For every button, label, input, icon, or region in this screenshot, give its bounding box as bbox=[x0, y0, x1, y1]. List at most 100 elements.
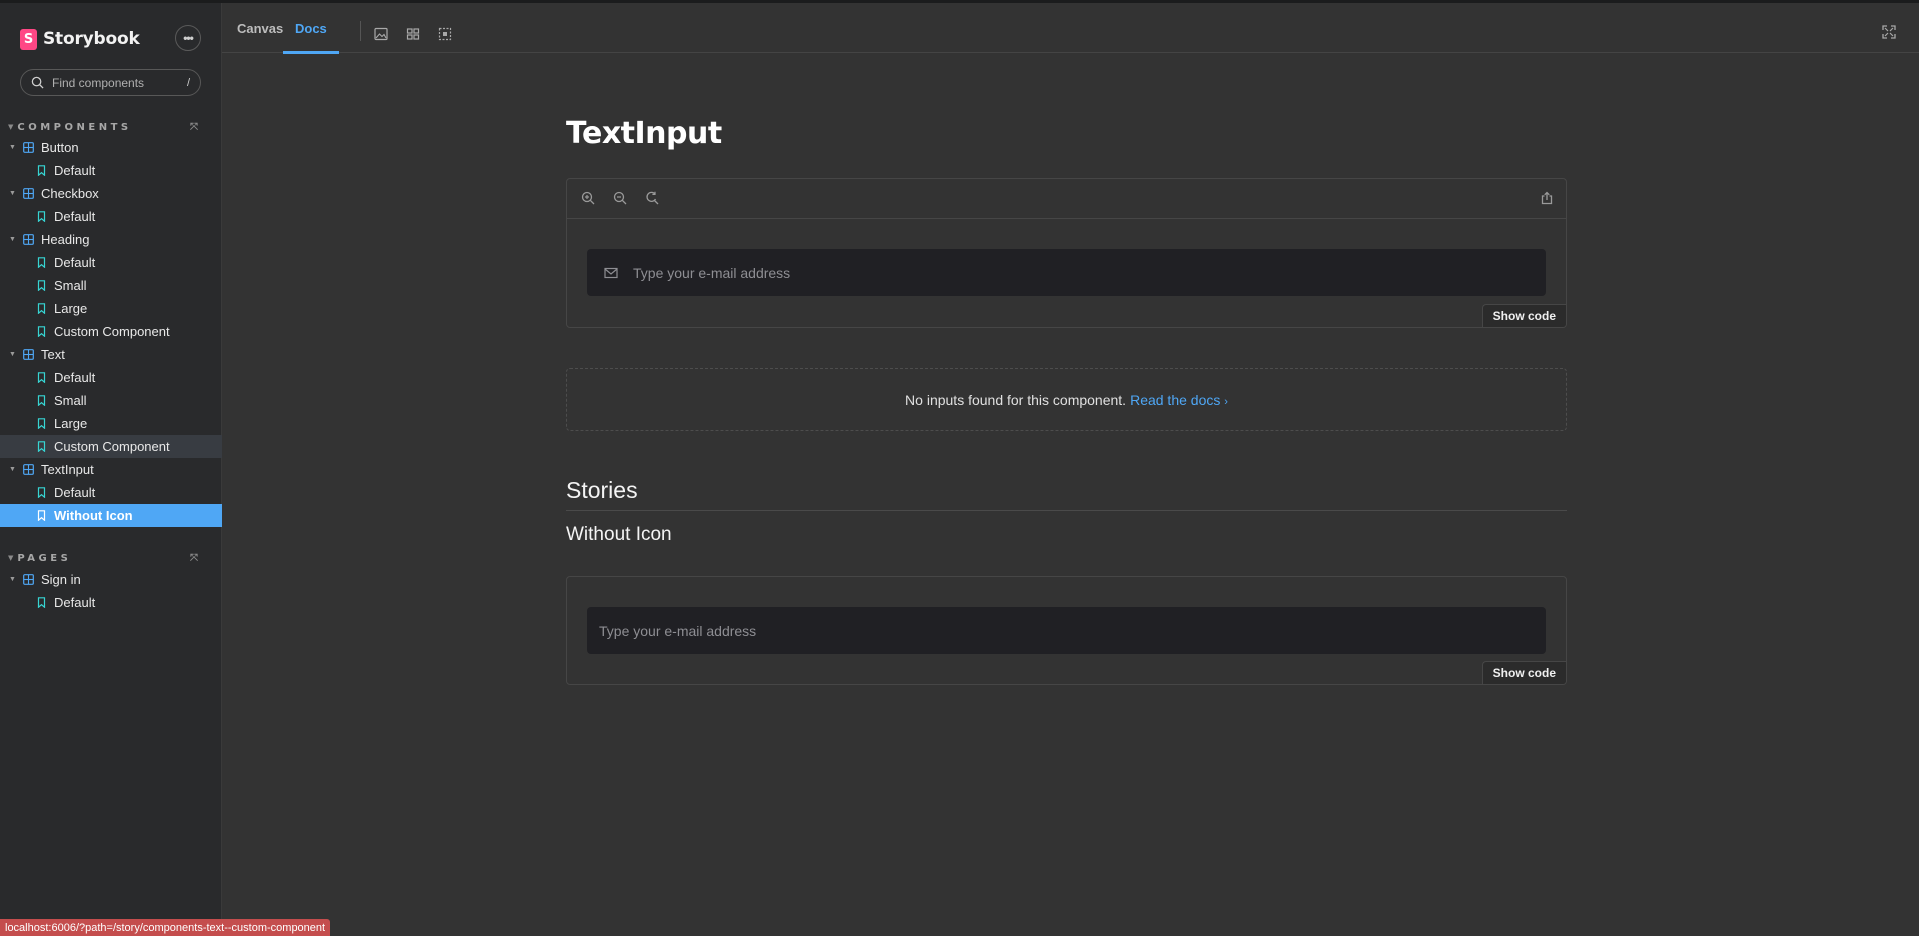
collapse-all-icon[interactable]: ⤧ bbox=[190, 553, 198, 564]
bookmark-icon bbox=[37, 165, 46, 176]
ellipsis-icon: ••• bbox=[183, 31, 194, 45]
caret-down-icon: ▼ bbox=[9, 466, 16, 473]
share-icon[interactable] bbox=[1540, 191, 1554, 205]
sidebar-story-default[interactable]: Default bbox=[0, 366, 222, 389]
sidebar-story-large[interactable]: Large bbox=[0, 297, 222, 320]
component-icon bbox=[23, 234, 34, 245]
tree-item-label: Button bbox=[41, 140, 79, 155]
sidebar-story-without-icon[interactable]: Without Icon bbox=[0, 504, 222, 527]
preview-toolbar bbox=[567, 179, 1566, 219]
search-input[interactable] bbox=[52, 75, 187, 90]
components-heading: COMPONENTS bbox=[17, 121, 132, 133]
sidebar-component-button[interactable]: ▼ Button bbox=[0, 136, 222, 159]
sidebar-component-textinput[interactable]: ▼ TextInput bbox=[0, 458, 222, 481]
tree-item-label: Text bbox=[41, 347, 65, 362]
tree-item-label: Small bbox=[54, 393, 87, 408]
sidebar-story-large[interactable]: Large bbox=[0, 412, 222, 435]
bookmark-icon bbox=[37, 395, 46, 406]
caret-down-icon: ▼ bbox=[9, 190, 16, 197]
sidebar-component-heading[interactable]: ▼ Heading bbox=[0, 228, 222, 251]
sidebar-story-default[interactable]: Default bbox=[0, 481, 222, 504]
bookmark-icon bbox=[37, 257, 46, 268]
chevron-right-icon: › bbox=[1224, 395, 1228, 408]
sidebar-story-custom-component[interactable]: Custom Component bbox=[0, 320, 222, 343]
tree-item-label: TextInput bbox=[41, 462, 94, 477]
sidebar-story-small[interactable]: Small bbox=[0, 274, 222, 297]
tab-docs[interactable]: Docs bbox=[283, 3, 339, 54]
tree-item-label: Large bbox=[54, 416, 88, 431]
bookmark-icon bbox=[37, 326, 46, 337]
sidebar-component-checkbox[interactable]: ▼ Checkbox bbox=[0, 182, 222, 205]
status-bar-url: localhost:6006/?path=/story/components-t… bbox=[0, 919, 331, 936]
component-icon bbox=[23, 142, 34, 153]
toolbar-divider bbox=[360, 21, 361, 41]
story-title: Without Icon bbox=[566, 524, 672, 545]
tree-item-label: Default bbox=[54, 255, 96, 270]
pages-heading: PAGES bbox=[17, 552, 72, 564]
story-preview-without-icon: Show code bbox=[566, 576, 1567, 685]
zoom-reset-icon[interactable] bbox=[645, 191, 659, 205]
component-icon bbox=[23, 464, 34, 475]
caret-down-icon: ▼ bbox=[8, 123, 14, 131]
caret-down-icon: ▼ bbox=[9, 144, 16, 151]
sidebar-component-sign-in[interactable]: ▼ Sign in bbox=[0, 568, 222, 591]
tree-item-label: Default bbox=[54, 209, 96, 224]
sidebar-story-default[interactable]: Default bbox=[0, 205, 222, 228]
tab-canvas[interactable]: Canvas bbox=[237, 3, 283, 53]
sidebar-story-default[interactable]: Default bbox=[0, 251, 222, 274]
show-code-button[interactable]: Show code bbox=[1481, 304, 1566, 327]
component-icon bbox=[23, 349, 34, 360]
email-field-without-icon[interactable] bbox=[587, 607, 1546, 654]
fullscreen-icon[interactable] bbox=[1882, 25, 1896, 39]
zoom-in-icon[interactable] bbox=[581, 191, 595, 205]
bookmark-icon bbox=[37, 280, 46, 291]
caret-down-icon: ▼ bbox=[9, 576, 16, 583]
args-table-empty: No inputs found for this component. Read… bbox=[566, 368, 1567, 431]
show-code-button[interactable]: Show code bbox=[1481, 661, 1566, 684]
tree-item-label: Custom Component bbox=[54, 324, 170, 339]
brand[interactable]: S Storybook bbox=[20, 27, 140, 51]
bookmark-icon bbox=[37, 372, 46, 383]
sidebar-story-default[interactable]: Default bbox=[0, 591, 222, 614]
sidebar-story-custom-component[interactable]: Custom Component bbox=[0, 435, 222, 458]
zoom-out-icon[interactable] bbox=[613, 191, 627, 205]
caret-down-icon: ▼ bbox=[9, 236, 16, 243]
bookmark-icon bbox=[37, 303, 46, 314]
more-menu-button[interactable]: ••• bbox=[175, 25, 201, 51]
stories-heading: Stories bbox=[566, 477, 1567, 511]
read-the-docs-link[interactable]: Read the docs › bbox=[1130, 392, 1228, 408]
email-input[interactable] bbox=[599, 622, 1546, 639]
no-inputs-message: No inputs found for this component. bbox=[905, 391, 1127, 408]
sidebar-story-small[interactable]: Small bbox=[0, 389, 222, 412]
email-field-with-icon[interactable] bbox=[587, 249, 1546, 296]
top-toolbar: Canvas Docs bbox=[222, 3, 1919, 54]
email-input[interactable] bbox=[633, 264, 1546, 281]
sidebar: S Storybook ••• / ▼ COMPONENTS ⤧ ▼ Button… bbox=[0, 3, 222, 936]
caret-down-icon: ▼ bbox=[9, 351, 16, 358]
mail-icon bbox=[604, 267, 618, 278]
grid-icon[interactable] bbox=[406, 27, 420, 41]
tree-item-label: Without Icon bbox=[54, 508, 133, 523]
app-title: Storybook bbox=[43, 29, 140, 49]
component-icon bbox=[23, 574, 34, 585]
bookmark-icon bbox=[37, 211, 46, 222]
tree-item-label: Checkbox bbox=[41, 186, 99, 201]
read-the-docs-label: Read the docs bbox=[1130, 391, 1221, 408]
image-icon[interactable] bbox=[374, 27, 388, 41]
page-title: TextInput bbox=[566, 116, 722, 151]
component-icon bbox=[23, 188, 34, 199]
tree-item-label: Default bbox=[54, 163, 96, 178]
sidebar-story-default[interactable]: Default bbox=[0, 159, 222, 182]
search-box[interactable]: / bbox=[20, 69, 201, 96]
search-shortcut-hint: / bbox=[186, 76, 190, 89]
tree-item-label: Sign in bbox=[41, 572, 81, 587]
sidebar-component-text[interactable]: ▼ Text bbox=[0, 343, 222, 366]
tree-item-label: Default bbox=[54, 485, 96, 500]
outline-icon[interactable] bbox=[438, 27, 452, 41]
collapse-all-icon[interactable]: ⤧ bbox=[190, 122, 198, 133]
pages-section-header[interactable]: ▼ PAGES ⤧ bbox=[8, 551, 198, 565]
bookmark-icon bbox=[37, 418, 46, 429]
storybook-logo-icon: S bbox=[20, 28, 37, 50]
tree-item-label: Custom Component bbox=[54, 439, 170, 454]
components-section-header[interactable]: ▼ COMPONENTS ⤧ bbox=[8, 120, 198, 134]
